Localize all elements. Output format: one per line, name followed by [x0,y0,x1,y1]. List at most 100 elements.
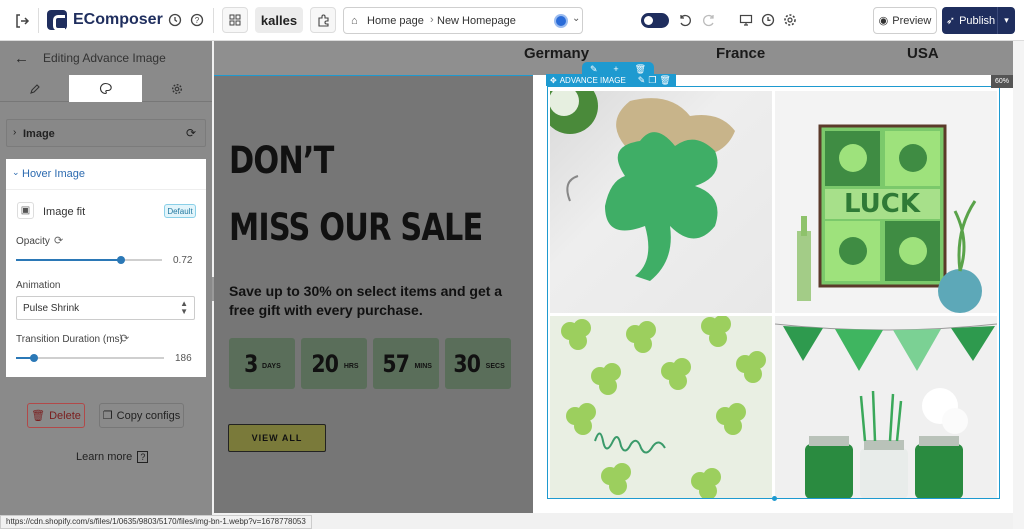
gear-icon[interactable] [782,12,798,28]
store-selector[interactable]: kalles [255,7,303,33]
preview-button[interactable]: ◉ Preview [873,7,937,34]
animation-select[interactable]: Pulse Shrink ▲ ▼ [16,296,195,320]
breadcrumb-home: Home page [367,15,424,27]
animation-value: Pulse Shrink [23,303,80,314]
sidebar-title: Editing Advance Image [43,51,166,65]
transition-duration-slider[interactable] [16,354,164,362]
opacity-slider-fill [16,259,122,261]
transition-duration-label: Transition Duration (ms) [16,334,123,345]
divider [213,8,214,33]
svg-text:LUCK: LUCK [844,189,921,219]
publish-button[interactable]: ➶ Publish [942,7,999,34]
section-image-header[interactable]: › Image ⟳ [6,119,206,147]
country-usa: USA [907,45,939,62]
countdown-hours: 20 HRS [301,338,367,389]
copy-configs-button[interactable]: ❐ Copy configs [99,403,184,428]
page-selector[interactable]: ⌂ Home page › New Homepage ⌄ [343,7,583,34]
publish-options-button[interactable]: ▾ [997,7,1015,34]
mason-jars-bunting-photo[interactable] [775,316,997,499]
eye-icon: ◉ [878,15,889,27]
tab-design[interactable] [69,75,142,102]
grid-icon[interactable] [222,7,248,33]
countdown-number: 30 [453,349,482,378]
countdown-minutes: 57 MINS [373,338,439,389]
element-tools[interactable]: ✎❐🗑 [638,75,674,86]
tab-settings[interactable] [142,75,212,102]
history-icon[interactable] [167,12,183,28]
countdown-unit: DAYS [261,363,281,370]
countdown-unit: HRS [343,363,359,370]
back-arrow-icon[interactable]: ← [14,50,29,67]
breadcrumb-page: New Homepage [437,15,516,27]
animation-label: Animation [16,280,61,291]
exit-icon[interactable] [12,11,32,31]
undo-icon[interactable] [677,12,693,28]
resize-handle[interactable] [772,496,777,501]
trash-icon: 🗑 [31,410,46,422]
chevron-right-icon: › [430,14,434,26]
view-all-button[interactable]: VIEW ALL [228,424,326,452]
reset-icon[interactable]: ⟳ [54,234,63,247]
opacity-label: Opacity [16,236,50,247]
chevron-down-icon[interactable]: ⌄ [12,167,20,178]
countdown-number: 3 [244,349,258,378]
sync-icon[interactable]: ⟳ [186,126,196,140]
settings-sidebar: ← Editing Advance Image › Image ⟳ ⌄ Hove… [0,41,212,529]
image-icon: ▣ [17,202,34,219]
preview-label: Preview [892,14,932,27]
chevron-down-icon: ⌄ [572,13,581,24]
edit-icon[interactable]: ✎ [590,64,598,75]
pencil-icon [30,83,40,94]
sidebar-header: ← Editing Advance Image [0,41,212,75]
countdown-unit: MINS [414,363,432,370]
countdown-number: 57 [382,349,410,378]
opacity-slider-thumb[interactable] [117,256,126,264]
shamrock-sequin-photo[interactable] [550,91,772,313]
puzzle-icon[interactable] [310,7,336,33]
help-icon[interactable]: ? [189,12,205,28]
countdown-number: 20 [311,349,340,378]
headline-line-1[interactable]: DON’T [229,139,334,182]
image-fit-label: Image fit [43,206,86,218]
section-image-label: Image [23,128,55,140]
opacity-slider[interactable] [16,256,162,264]
headline-line-2[interactable]: MISS OUR SALE [229,206,483,249]
zoom-badge: 60% [991,75,1013,88]
gear-icon [171,83,183,94]
rocket-icon: ➶ [945,15,956,27]
hover-image-title[interactable]: Hover Image [22,168,85,180]
trash-icon[interactable]: 🗑 [635,64,646,75]
countdown-seconds: 30 SECS [445,338,511,389]
palette-icon [100,82,112,95]
redo-icon[interactable] [701,12,717,28]
transition-slider-thumb[interactable] [29,354,38,362]
clock-icon[interactable] [760,12,776,28]
lucky-shamrocks-photo[interactable] [550,316,772,499]
canvas-gutter [1013,41,1024,529]
chevron-right-icon: › [13,127,17,138]
help-icon: ? [137,451,149,463]
learn-more-label: Learn more [76,451,133,463]
dark-mode-toggle[interactable] [641,13,669,28]
luck-sign-photo[interactable]: LUCK [775,91,997,313]
tab-content[interactable] [0,75,70,102]
add-icon[interactable]: + [613,64,618,74]
promo-text[interactable]: Save up to 30% on select items and get a… [229,282,519,320]
reset-icon[interactable]: ⟳ [120,332,129,345]
top-bar: EComposer ? kalles ⌂ Home page › New Hom… [0,0,1024,41]
learn-more-link[interactable]: Learn more ? [76,451,149,463]
element-label-bar: ✥ ADVANCE IMAGE ✎❐🗑 [546,74,676,86]
copy-configs-label: Copy configs [116,409,181,422]
opacity-value: 0.72 [173,255,193,266]
country-germany: Germany [524,45,590,62]
sidebar-tabs [0,75,212,102]
delete-button[interactable]: 🗑 Delete [27,403,85,428]
svg-text:?: ? [195,16,200,25]
countdown-unit: SECS [485,363,505,370]
divider [6,189,206,190]
move-icon[interactable]: ✥ [550,76,557,85]
device-icon[interactable] [738,12,754,28]
editor-canvas: Germany France USA ✎ + 🗑 DON’T MISS OUR … [214,41,1013,513]
transition-duration-value: 186 [175,353,192,364]
image-fit-default-badge[interactable]: Default [164,204,196,218]
